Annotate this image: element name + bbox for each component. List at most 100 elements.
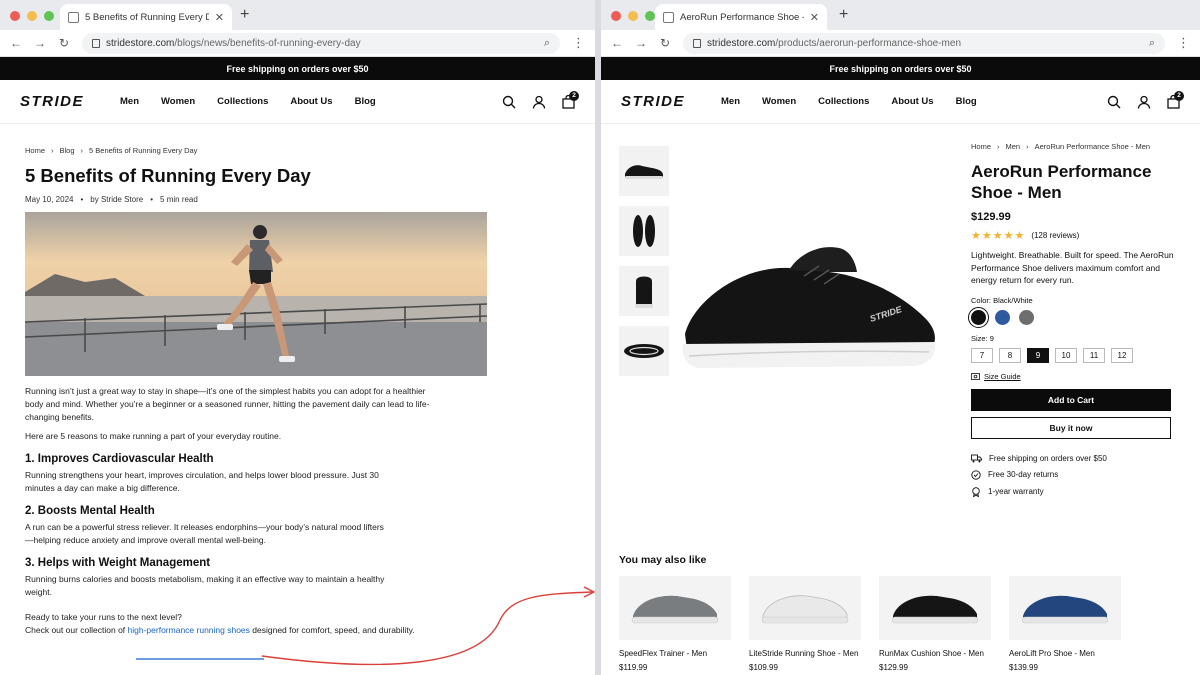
thumbnail-back[interactable]: [619, 266, 669, 316]
url-field[interactable]: stridestore.com/products/aerorun-perform…: [683, 32, 1165, 54]
returns-check-icon: [971, 469, 981, 480]
close-window-button[interactable]: [10, 11, 20, 21]
nav-blog[interactable]: Blog: [355, 96, 376, 107]
size-option[interactable]: 12: [1111, 347, 1133, 363]
thumbnail-top[interactable]: [619, 206, 669, 256]
account-icon[interactable]: [532, 95, 546, 109]
browser-menu-icon[interactable]: ⋮: [572, 35, 585, 51]
color-swatch-blue[interactable]: [995, 309, 1010, 325]
related-cards: SpeedFlex Trainer - Men $119.99 LiteStri…: [619, 576, 1182, 672]
reload-icon[interactable]: ↻: [58, 36, 70, 50]
product-card-image[interactable]: [1009, 576, 1121, 640]
promo-bar: Free shipping on orders over $50: [601, 57, 1200, 80]
related-title: You may also like: [619, 554, 707, 566]
breadcrumb-men[interactable]: Men: [1006, 142, 1021, 151]
product-card-name[interactable]: AeroLift Pro Shoe - Men: [1009, 649, 1121, 658]
color-swatches: [968, 306, 1181, 328]
maximize-window-button[interactable]: [44, 11, 54, 21]
nav-about-us[interactable]: About Us: [891, 96, 933, 107]
size-option-selected[interactable]: 9: [1027, 347, 1049, 363]
nav-about-us[interactable]: About Us: [290, 96, 332, 107]
account-icon[interactable]: [1137, 95, 1151, 109]
breadcrumb-blog[interactable]: Blog: [60, 146, 75, 155]
main-menu: Men Women Collections About Us Blog: [120, 96, 376, 107]
breadcrumb-home[interactable]: Home: [971, 142, 991, 151]
product-info: Home › Men › AeroRun Performance Shoe - Me…: [968, 142, 1181, 497]
nav-collections[interactable]: Collections: [818, 96, 869, 107]
back-icon[interactable]: ←: [10, 36, 22, 50]
forward-icon[interactable]: →: [635, 36, 647, 50]
perk-warranty: 1-year warranty: [971, 486, 1181, 497]
product-card-image[interactable]: [879, 576, 991, 640]
cart-count-badge: 2: [1174, 90, 1184, 101]
size-option[interactable]: 10: [1055, 347, 1077, 363]
running-shoe-image: STRIDE: [682, 247, 936, 368]
close-tab-icon[interactable]: ✕: [215, 11, 224, 24]
article-lead: Here are 5 reasons to make running a par…: [25, 431, 282, 441]
product-card-name[interactable]: LiteStride Running Shoe - Men: [749, 649, 861, 658]
product-card-image[interactable]: [749, 576, 861, 640]
product-title: AeroRun Performance Shoe - Men: [971, 162, 1152, 202]
product-card[interactable]: AeroLift Pro Shoe - Men $139.99: [1009, 576, 1121, 672]
product-card-name[interactable]: SpeedFlex Trainer - Men: [619, 649, 731, 658]
breadcrumb-home[interactable]: Home: [25, 146, 45, 155]
url-field[interactable]: stridestore.com/blogs/news/benefits-of-r…: [82, 32, 560, 54]
section-heading: 2. Boosts Mental Health: [25, 505, 155, 517]
review-count[interactable]: (128 reviews): [1031, 231, 1079, 240]
color-swatch-gray[interactable]: [1019, 309, 1034, 325]
stride-logo[interactable]: STRIDE: [621, 93, 685, 110]
thumbnail-sole[interactable]: [619, 326, 669, 376]
reload-icon[interactable]: ↻: [659, 36, 671, 50]
cta-text-after: designed for comfort, speed, and durabil…: [249, 625, 415, 635]
site-header: STRIDE Men Women Collections About Us Bl…: [601, 80, 1200, 124]
perk-returns: Free 30-day returns: [971, 469, 1181, 480]
address-bar-row: ← → ↻ stridestore.com/products/aerorun-p…: [601, 30, 1200, 57]
lock-icon: [693, 38, 701, 48]
search-icon[interactable]: [1107, 95, 1121, 109]
size-option[interactable]: 7: [971, 347, 993, 363]
new-tab-button[interactable]: +: [240, 6, 249, 24]
cart-button[interactable]: 2: [1167, 90, 1184, 109]
add-to-cart-button[interactable]: Add to Cart: [971, 388, 1171, 411]
zoom-icon[interactable]: ⌕: [544, 37, 550, 50]
nav-blog[interactable]: Blog: [956, 96, 977, 107]
product-card[interactable]: LiteStride Running Shoe - Men $109.99: [749, 576, 861, 672]
new-tab-button[interactable]: +: [839, 6, 848, 24]
product-card[interactable]: RunMax Cushion Shoe - Men $129.99: [879, 576, 991, 672]
nav-collections[interactable]: Collections: [217, 96, 268, 107]
product-card-image[interactable]: [619, 576, 731, 640]
color-swatch-black[interactable]: [968, 306, 989, 328]
stride-logo[interactable]: STRIDE: [20, 93, 84, 110]
thumbnail-side[interactable]: [619, 146, 669, 196]
product-rating[interactable]: ★★★★★ (128 reviews): [971, 229, 1181, 242]
search-icon[interactable]: [502, 95, 516, 109]
product-card-name[interactable]: RunMax Cushion Shoe - Men: [879, 649, 991, 658]
minimize-window-button[interactable]: [628, 11, 638, 21]
browser-menu-icon[interactable]: ⋮: [1177, 35, 1190, 51]
nav-men[interactable]: Men: [120, 96, 139, 107]
size-guide-link[interactable]: Size Guide: [971, 372, 1181, 381]
buy-now-button[interactable]: Buy it now: [971, 416, 1171, 439]
maximize-window-button[interactable]: [645, 11, 655, 21]
running-shoes-link[interactable]: high-performance running shoes: [128, 625, 250, 635]
back-icon[interactable]: ←: [611, 36, 623, 50]
size-guide-label: Size Guide: [984, 371, 1021, 381]
cart-button[interactable]: 2: [562, 90, 579, 109]
zoom-icon[interactable]: ⌕: [1149, 37, 1155, 50]
tab-blog[interactable]: 5 Benefits of Running Every Day - S ✕: [60, 4, 232, 30]
close-tab-icon[interactable]: ✕: [810, 11, 819, 24]
nav-men[interactable]: Men: [721, 96, 740, 107]
nav-women[interactable]: Women: [762, 96, 796, 107]
breadcrumb-separator: ›: [51, 146, 54, 155]
product-card[interactable]: SpeedFlex Trainer - Men $119.99: [619, 576, 731, 672]
minimize-window-button[interactable]: [27, 11, 37, 21]
blog-article: Home › Blog › 5 Benefits of Running Every …: [0, 124, 595, 637]
close-window-button[interactable]: [611, 11, 621, 21]
article-author: by Stride Store: [90, 195, 144, 204]
size-option[interactable]: 8: [999, 347, 1021, 363]
window-controls: [10, 11, 54, 21]
tab-product[interactable]: AeroRun Performance Shoe - Men ✕: [655, 4, 827, 30]
nav-women[interactable]: Women: [161, 96, 195, 107]
forward-icon[interactable]: →: [34, 36, 46, 50]
size-option[interactable]: 11: [1083, 347, 1105, 363]
